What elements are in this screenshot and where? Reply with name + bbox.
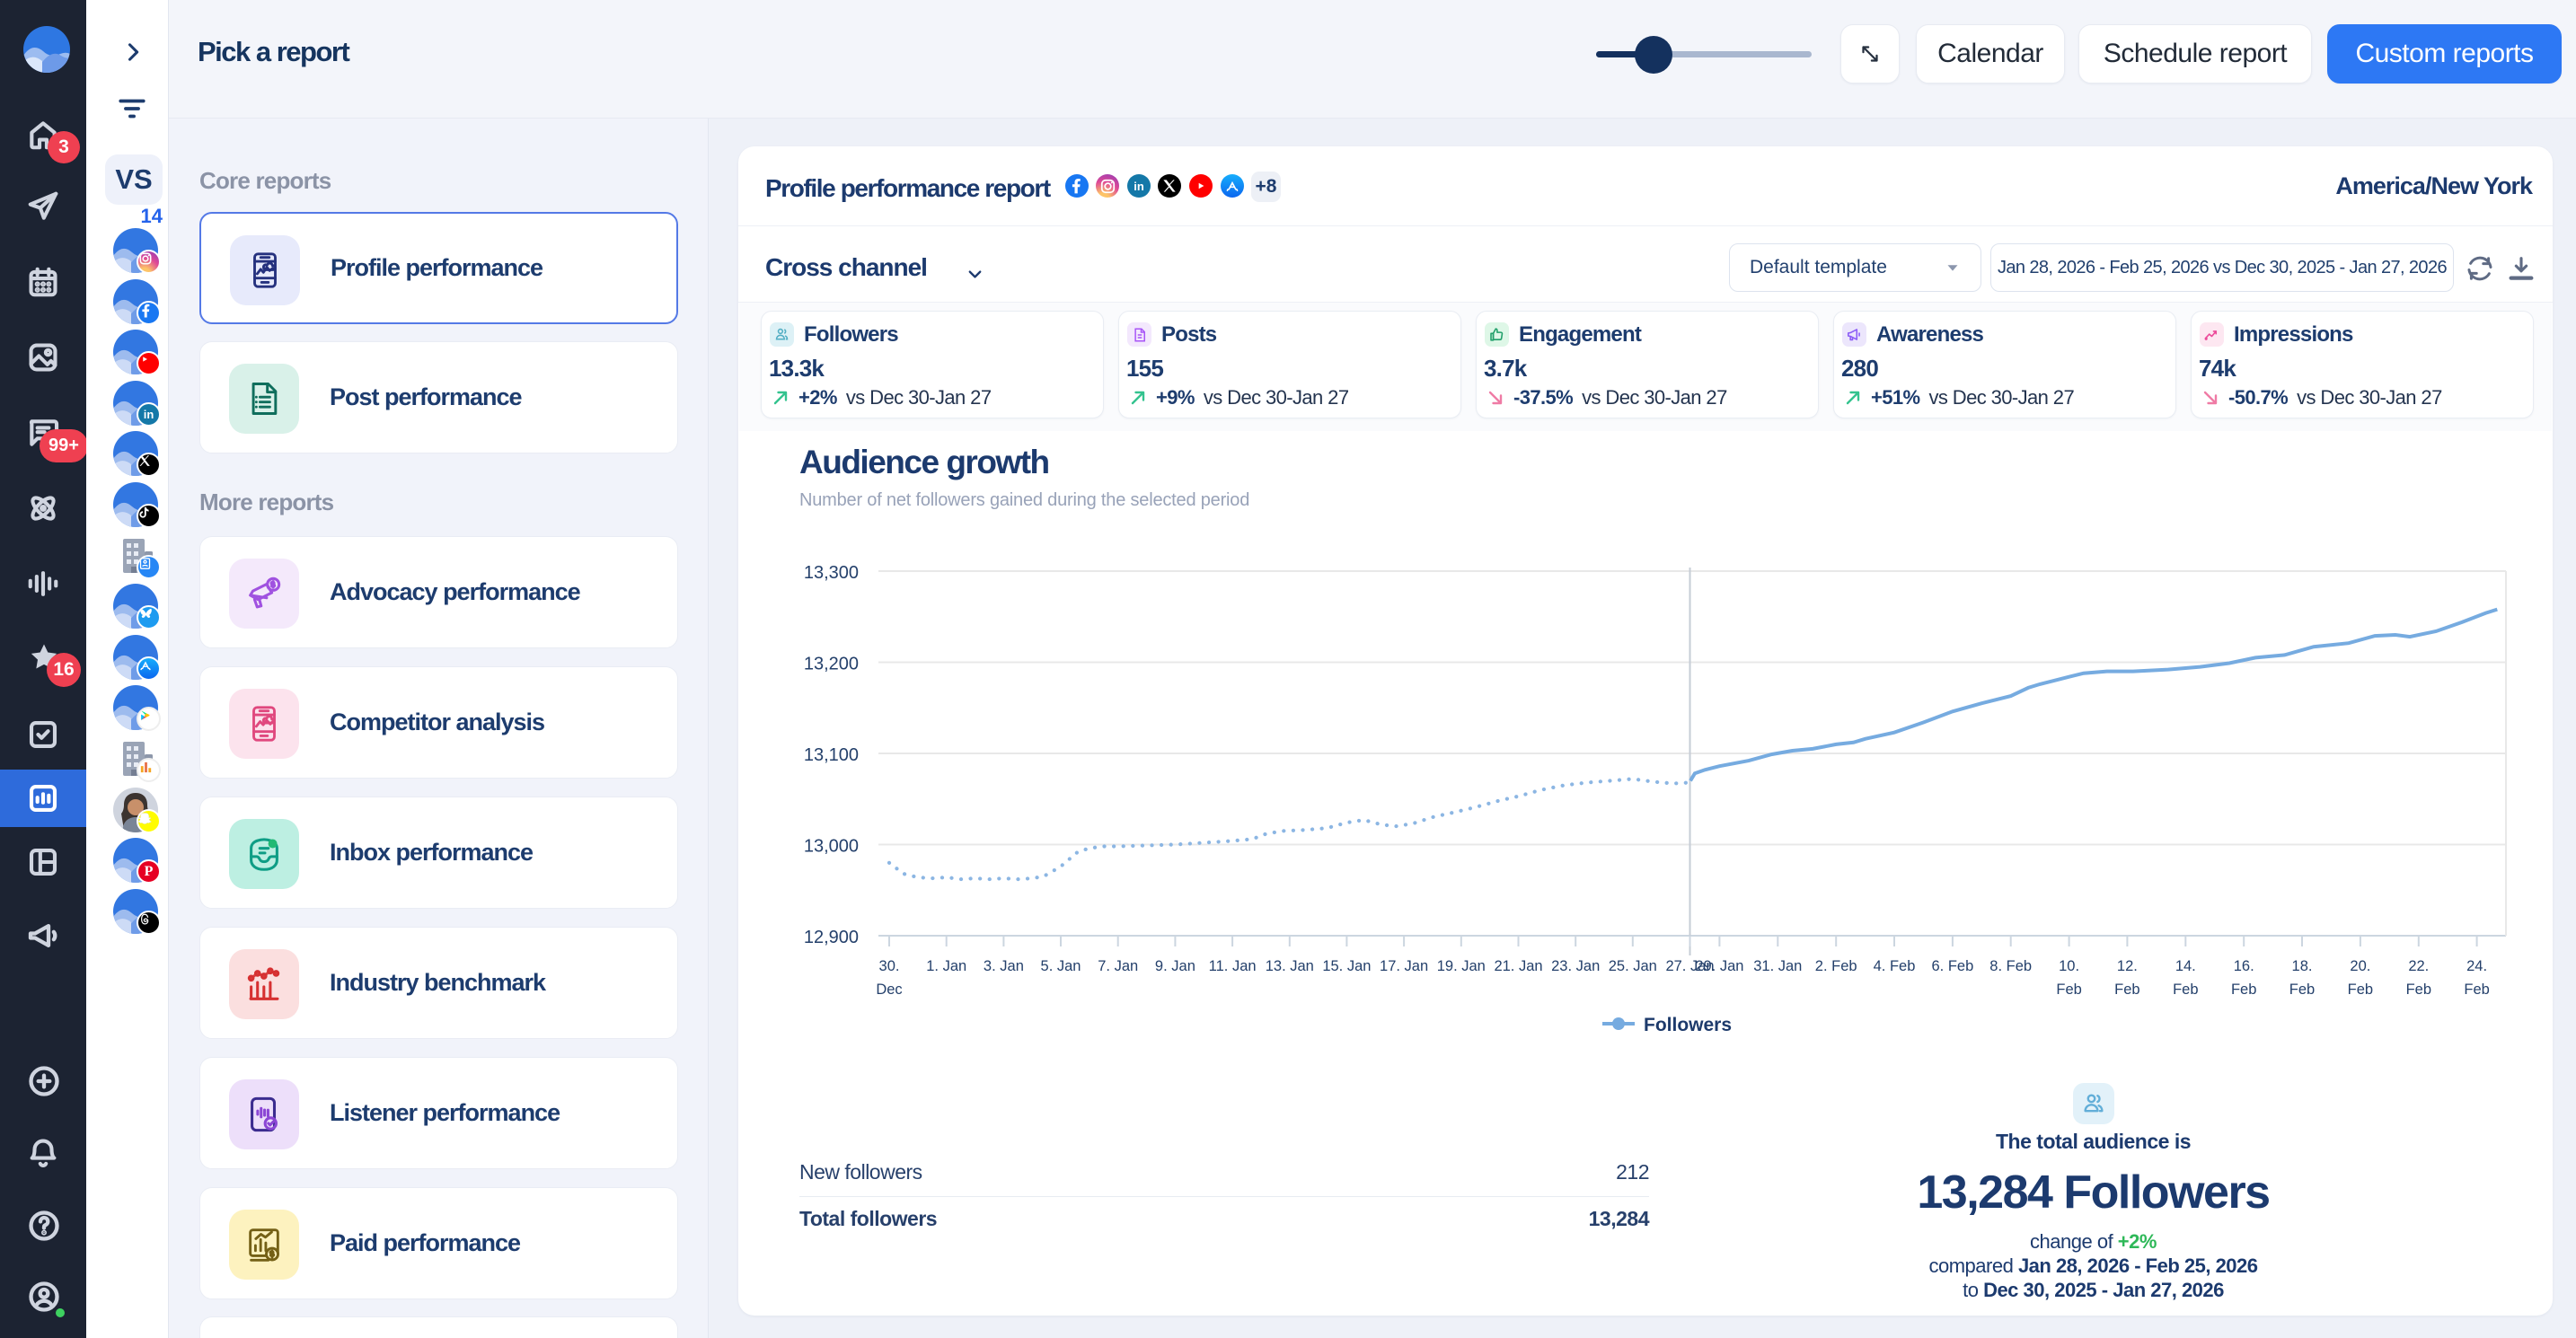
svg-text:14.: 14. — [2175, 958, 2196, 974]
svg-text:18.: 18. — [2292, 958, 2313, 974]
svg-text:2. Feb: 2. Feb — [1815, 958, 1857, 974]
svg-text:Feb: Feb — [2173, 981, 2198, 998]
svg-text:Dec: Dec — [876, 981, 902, 998]
svg-text:4. Feb: 4. Feb — [1874, 958, 1916, 974]
svg-text:20.: 20. — [2350, 958, 2370, 974]
svg-text:5. Jan: 5. Jan — [1041, 958, 1081, 974]
svg-text:12.: 12. — [2117, 958, 2138, 974]
svg-text:Feb: Feb — [2348, 981, 2373, 998]
svg-text:30.: 30. — [879, 958, 900, 974]
svg-text:22.: 22. — [2408, 958, 2429, 974]
svg-text:13,300: 13,300 — [804, 563, 859, 583]
svg-text:23. Jan: 23. Jan — [1551, 958, 1600, 974]
svg-text:24.: 24. — [2466, 958, 2487, 974]
svg-text:Feb: Feb — [2289, 981, 2315, 998]
svg-text:16.: 16. — [2234, 958, 2254, 974]
svg-text:Followers: Followers — [1644, 1015, 1732, 1035]
svg-text:6. Feb: 6. Feb — [1932, 958, 1974, 974]
svg-text:25. Jan: 25. Jan — [1609, 958, 1657, 974]
svg-text:Feb: Feb — [2464, 981, 2489, 998]
svg-text:17. Jan: 17. Jan — [1380, 958, 1428, 974]
svg-text:13,000: 13,000 — [804, 837, 859, 857]
svg-text:Feb: Feb — [2406, 981, 2431, 998]
svg-text:19. Jan: 19. Jan — [1437, 958, 1486, 974]
svg-text:9. Jan: 9. Jan — [1155, 958, 1195, 974]
svg-text:10.: 10. — [2059, 958, 2079, 974]
svg-text:15. Jan: 15. Jan — [1322, 958, 1371, 974]
svg-text:21. Jan: 21. Jan — [1494, 958, 1542, 974]
svg-text:11. Jan: 11. Jan — [1209, 958, 1257, 974]
svg-text:29. Jan: 29. Jan — [1695, 958, 1743, 974]
svg-text:31. Jan: 31. Jan — [1753, 958, 1802, 974]
svg-text:13,200: 13,200 — [804, 655, 859, 674]
svg-text:Feb: Feb — [2231, 981, 2256, 998]
svg-text:13,100: 13,100 — [804, 745, 859, 765]
svg-text:Feb: Feb — [2114, 981, 2139, 998]
svg-text:12,900: 12,900 — [804, 928, 859, 947]
svg-text:8. Feb: 8. Feb — [1989, 958, 2032, 974]
svg-text:13. Jan: 13. Jan — [1266, 958, 1314, 974]
svg-text:1. Jan: 1. Jan — [926, 958, 966, 974]
svg-text:Feb: Feb — [2056, 981, 2081, 998]
svg-text:7. Jan: 7. Jan — [1098, 958, 1138, 974]
svg-text:3. Jan: 3. Jan — [984, 958, 1024, 974]
